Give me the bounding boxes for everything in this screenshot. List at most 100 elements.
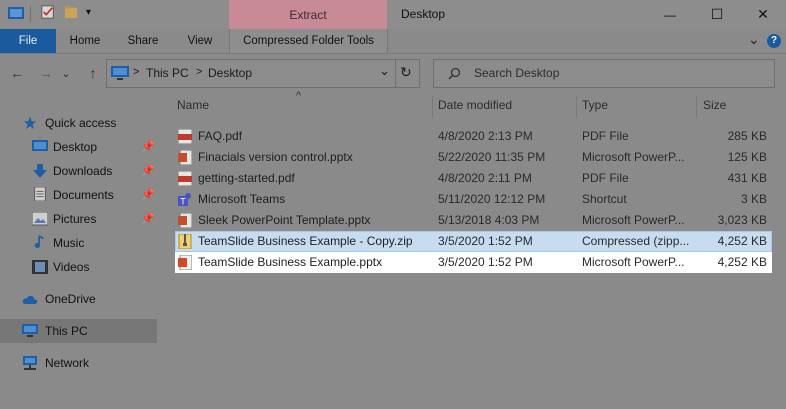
up-button[interactable]: ↑ <box>84 64 102 82</box>
network-icon <box>23 356 37 370</box>
help-icon[interactable]: ? <box>767 34 781 48</box>
file-name: Microsoft Teams <box>198 192 286 206</box>
column-header-size[interactable]: Size <box>703 98 726 112</box>
maximize-icon: ☐ <box>710 6 724 22</box>
file-size: 4,252 KB <box>717 234 767 248</box>
recent-locations-button[interactable]: ⌄ <box>60 64 72 82</box>
this-pc-icon <box>111 66 129 80</box>
nav-item-this-pc[interactable]: This PC <box>0 319 157 343</box>
breadcrumb-separator[interactable]: > <box>196 66 202 78</box>
nav-item-label: This PC <box>45 324 88 338</box>
file-name: TeamSlide Business Example.pptx <box>198 255 383 269</box>
nav-item-downloads[interactable]: Downloads 📌 <box>0 159 157 183</box>
file-row[interactable]: getting-started.pdf 4/8/2020 2:11 PM PDF… <box>175 168 772 189</box>
desktop-folder-icon <box>32 140 48 151</box>
file-row[interactable]: FAQ.pdf 4/8/2020 2:13 PM PDF File 285 KB <box>175 126 772 147</box>
column-divider[interactable] <box>576 96 577 118</box>
divider <box>30 6 31 22</box>
breadcrumb-separator[interactable]: > <box>133 66 139 78</box>
column-header-date-modified[interactable]: Date modified <box>438 98 512 112</box>
nav-item-quick-access[interactable]: Quick access <box>0 111 157 135</box>
collapse-ribbon-icon[interactable]: ⌄ <box>748 31 760 48</box>
breadcrumb-desktop[interactable]: Desktop <box>208 66 252 80</box>
new-folder-icon[interactable] <box>63 5 79 19</box>
downloads-icon <box>33 164 47 178</box>
pin-icon: 📌 <box>141 213 155 225</box>
forward-button[interactable]: → <box>37 64 55 82</box>
nav-item-label: Pictures <box>53 212 97 226</box>
onedrive-icon <box>22 295 38 304</box>
this-pc-icon <box>22 324 38 337</box>
file-row[interactable]: Sleek PowerPoint Template.pptx 5/13/2018… <box>175 210 772 231</box>
up-arrow-icon: ↑ <box>89 65 97 81</box>
pptx-icon <box>178 150 192 165</box>
file-type: Microsoft PowerP... <box>582 255 685 269</box>
close-icon: ✕ <box>757 6 769 22</box>
nav-item-pictures[interactable]: Pictures 📌 <box>0 207 157 231</box>
nav-item-label: Music <box>53 236 85 250</box>
divider <box>395 60 396 87</box>
column-header-name[interactable]: Name <box>177 98 209 112</box>
pdf-icon <box>178 129 192 144</box>
file-size: 431 KB <box>727 171 767 185</box>
chevron-down-icon: ⌄ <box>61 67 71 80</box>
nav-item-videos[interactable]: Videos <box>0 255 157 279</box>
nav-item-music[interactable]: Music <box>0 231 157 255</box>
address-dropdown-icon[interactable]: ⌄ <box>379 63 390 79</box>
pictures-icon <box>32 212 48 226</box>
column-divider[interactable] <box>432 96 433 118</box>
extract-contextual-tab[interactable]: Extract <box>229 0 387 29</box>
tab-file[interactable]: File <box>0 29 56 53</box>
file-row[interactable]: TeamSlide Business Example.pptx 3/5/2020… <box>175 252 772 273</box>
tab-share[interactable]: Share <box>118 29 168 53</box>
customize-toolbar-icon[interactable]: ▾ <box>86 7 91 18</box>
star-icon <box>23 116 37 130</box>
search-box[interactable]: Search Desktop <box>433 59 775 88</box>
back-button[interactable]: ← <box>8 64 26 82</box>
file-date: 4/8/2020 2:11 PM <box>438 171 532 185</box>
file-size: 125 KB <box>727 150 767 164</box>
file-row[interactable]: T Microsoft Teams 5/11/2020 12:12 PM Sho… <box>175 189 772 210</box>
refresh-icon[interactable]: ↻ <box>400 64 412 81</box>
nav-item-documents[interactable]: Documents 📌 <box>0 183 157 207</box>
forward-arrow-icon: → <box>39 65 53 81</box>
maximize-button[interactable]: ☐ <box>694 0 740 29</box>
music-icon <box>34 235 44 249</box>
tab-home[interactable]: Home <box>60 29 110 53</box>
file-name: TeamSlide Business Example - Copy.zip <box>198 234 413 248</box>
explorer-window-icon[interactable] <box>8 6 24 20</box>
properties-icon[interactable] <box>40 5 56 19</box>
minimize-button[interactable]: — <box>647 0 693 29</box>
column-divider[interactable] <box>696 96 697 118</box>
breadcrumb-this-pc[interactable]: This PC <box>146 66 189 80</box>
pdf-icon <box>178 171 192 186</box>
file-size: 3 KB <box>740 192 767 206</box>
close-button[interactable]: ✕ <box>740 0 786 29</box>
documents-icon <box>34 187 46 201</box>
search-input[interactable]: Search Desktop <box>474 66 559 80</box>
file-row[interactable]: Finacials version control.pptx 5/22/2020… <box>175 147 772 168</box>
tab-view[interactable]: View <box>175 29 225 53</box>
pin-icon: 📌 <box>141 165 155 177</box>
nav-item-label: Desktop <box>53 140 98 154</box>
file-type: Microsoft PowerP... <box>582 213 685 227</box>
minimize-icon: — <box>664 7 676 22</box>
tab-compressed-folder-tools[interactable]: Compressed Folder Tools <box>229 29 388 53</box>
file-date: 3/5/2020 1:52 PM <box>438 234 533 248</box>
file-date: 3/5/2020 1:52 PM <box>438 255 533 269</box>
nav-item-label: Network <box>45 356 90 370</box>
nav-item-label: Videos <box>53 260 90 274</box>
file-size: 4,252 KB <box>717 255 767 269</box>
file-row-selected[interactable]: TeamSlide Business Example - Copy.zip 3/… <box>175 231 772 252</box>
file-type: Compressed (zipp... <box>582 234 690 248</box>
file-size: 3,023 KB <box>717 213 767 227</box>
search-icon <box>448 67 461 80</box>
nav-item-desktop[interactable]: Desktop 📌 <box>0 135 157 159</box>
address-bar[interactable]: > This PC > Desktop ⌄ ↻ <box>106 59 420 88</box>
column-header-type[interactable]: Type <box>582 98 608 112</box>
nav-item-network[interactable]: Network <box>0 351 157 375</box>
file-date: 5/22/2020 11:35 PM <box>438 150 546 164</box>
nav-item-label: Documents <box>53 188 114 202</box>
file-name: Sleek PowerPoint Template.pptx <box>198 213 371 227</box>
nav-item-onedrive[interactable]: OneDrive <box>0 287 157 311</box>
